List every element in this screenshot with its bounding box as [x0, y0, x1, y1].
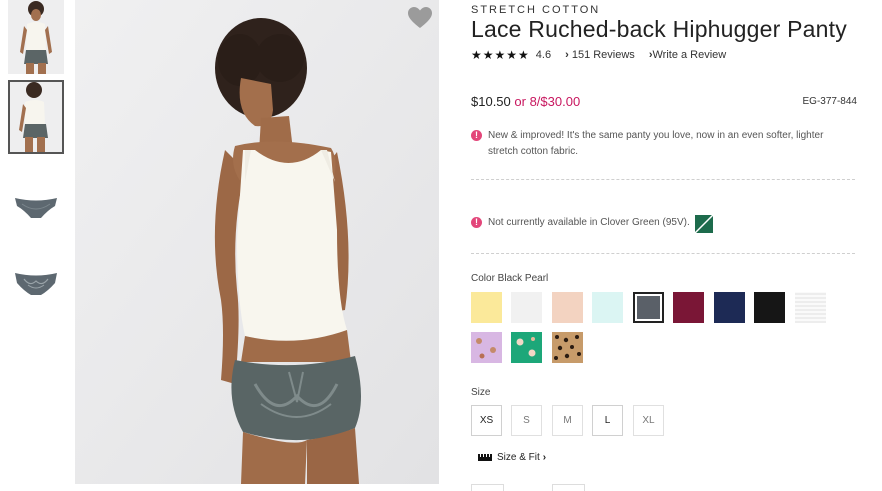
unavailable-notice: ! Not currently available in Clover Gree… — [471, 215, 713, 233]
leopard-pattern — [554, 335, 581, 360]
divider — [471, 253, 855, 254]
swatch-black[interactable] — [754, 292, 785, 323]
reviews-link[interactable]: › 151 Reviews — [565, 49, 635, 61]
chevron-right-icon: › — [565, 49, 569, 61]
swatch-leopard[interactable] — [552, 332, 583, 363]
size-xl-button[interactable]: XL — [633, 405, 664, 436]
swatch-green-print[interactable] — [511, 332, 542, 363]
swatch-black-pearl-fill — [637, 296, 660, 319]
new-improved-text: New & improved! It's the same panty you … — [488, 130, 824, 157]
rating-row: ★★★★★ 4.6 › 151 Reviews ›Write a Review — [471, 48, 726, 62]
chevron-right-icon: › — [542, 452, 547, 463]
product-brand: STRETCH COTTON — [471, 4, 601, 16]
size-fit-link[interactable]: Size & Fit › — [478, 452, 546, 463]
size-xs-button[interactable]: XS — [471, 405, 502, 436]
panty-front-image — [15, 198, 57, 218]
price-offer: 8/$30.00 — [529, 94, 581, 109]
price-or: or — [514, 94, 526, 109]
new-improved-notice: ! New & improved! It's the same panty yo… — [471, 128, 855, 160]
size-m-button[interactable]: M — [552, 405, 583, 436]
unavailable-text: Not currently available in Clover Green … — [488, 217, 690, 228]
price: $10.50 — [471, 94, 511, 109]
rating-value: 4.6 — [535, 49, 552, 61]
heart-icon[interactable] — [407, 6, 433, 30]
alert-circle-icon: ! — [471, 130, 482, 141]
product-title: Lace Ruched-back Hiphugger Panty — [471, 16, 847, 42]
swatch-stripe[interactable] — [795, 292, 826, 323]
price-row: $10.50 or 8/$30.00 — [471, 94, 580, 109]
thumbnail-model-back[interactable] — [8, 80, 64, 154]
rating-stars: ★★★★★ — [471, 48, 530, 62]
size-s-button[interactable]: S — [511, 405, 542, 436]
reviews-link-label: 151 Reviews — [571, 49, 635, 61]
swatch-navy[interactable] — [714, 292, 745, 323]
thumbnail-product-front[interactable] — [8, 170, 64, 244]
color-label: Color Black Pearl — [471, 273, 549, 284]
print-pattern — [476, 338, 496, 359]
divider — [471, 179, 855, 180]
size-l-button[interactable]: L — [592, 405, 623, 436]
thumbnail-model-front[interactable] — [8, 0, 64, 74]
main-product-image — [75, 0, 439, 484]
thumbnail-product-back[interactable] — [8, 245, 64, 319]
write-review-label: Write a Review — [652, 49, 727, 61]
size-fit-label: Size & Fit — [497, 452, 540, 463]
write-review-link[interactable]: ›Write a Review — [649, 49, 726, 61]
swatch-white[interactable] — [511, 292, 542, 323]
swatch-yellow[interactable] — [471, 292, 502, 323]
model-back-view-image — [75, 0, 439, 484]
model-front-image — [8, 0, 64, 74]
panty-back-image — [15, 273, 57, 295]
ruler-icon — [478, 454, 492, 461]
swatch-nude[interactable] — [552, 292, 583, 323]
model-back-image — [10, 82, 62, 152]
alert-circle-icon: ! — [471, 217, 482, 228]
product-sku: EG-377-844 — [802, 96, 857, 107]
size-label: Size — [471, 387, 491, 398]
swatch-burgundy[interactable] — [673, 292, 704, 323]
print-pattern — [516, 337, 536, 357]
swatch-mint[interactable] — [592, 292, 623, 323]
clover-green-swatch-icon — [694, 215, 713, 233]
swatch-black-pearl[interactable] — [633, 292, 664, 323]
swatch-lilac-print[interactable] — [471, 332, 502, 363]
